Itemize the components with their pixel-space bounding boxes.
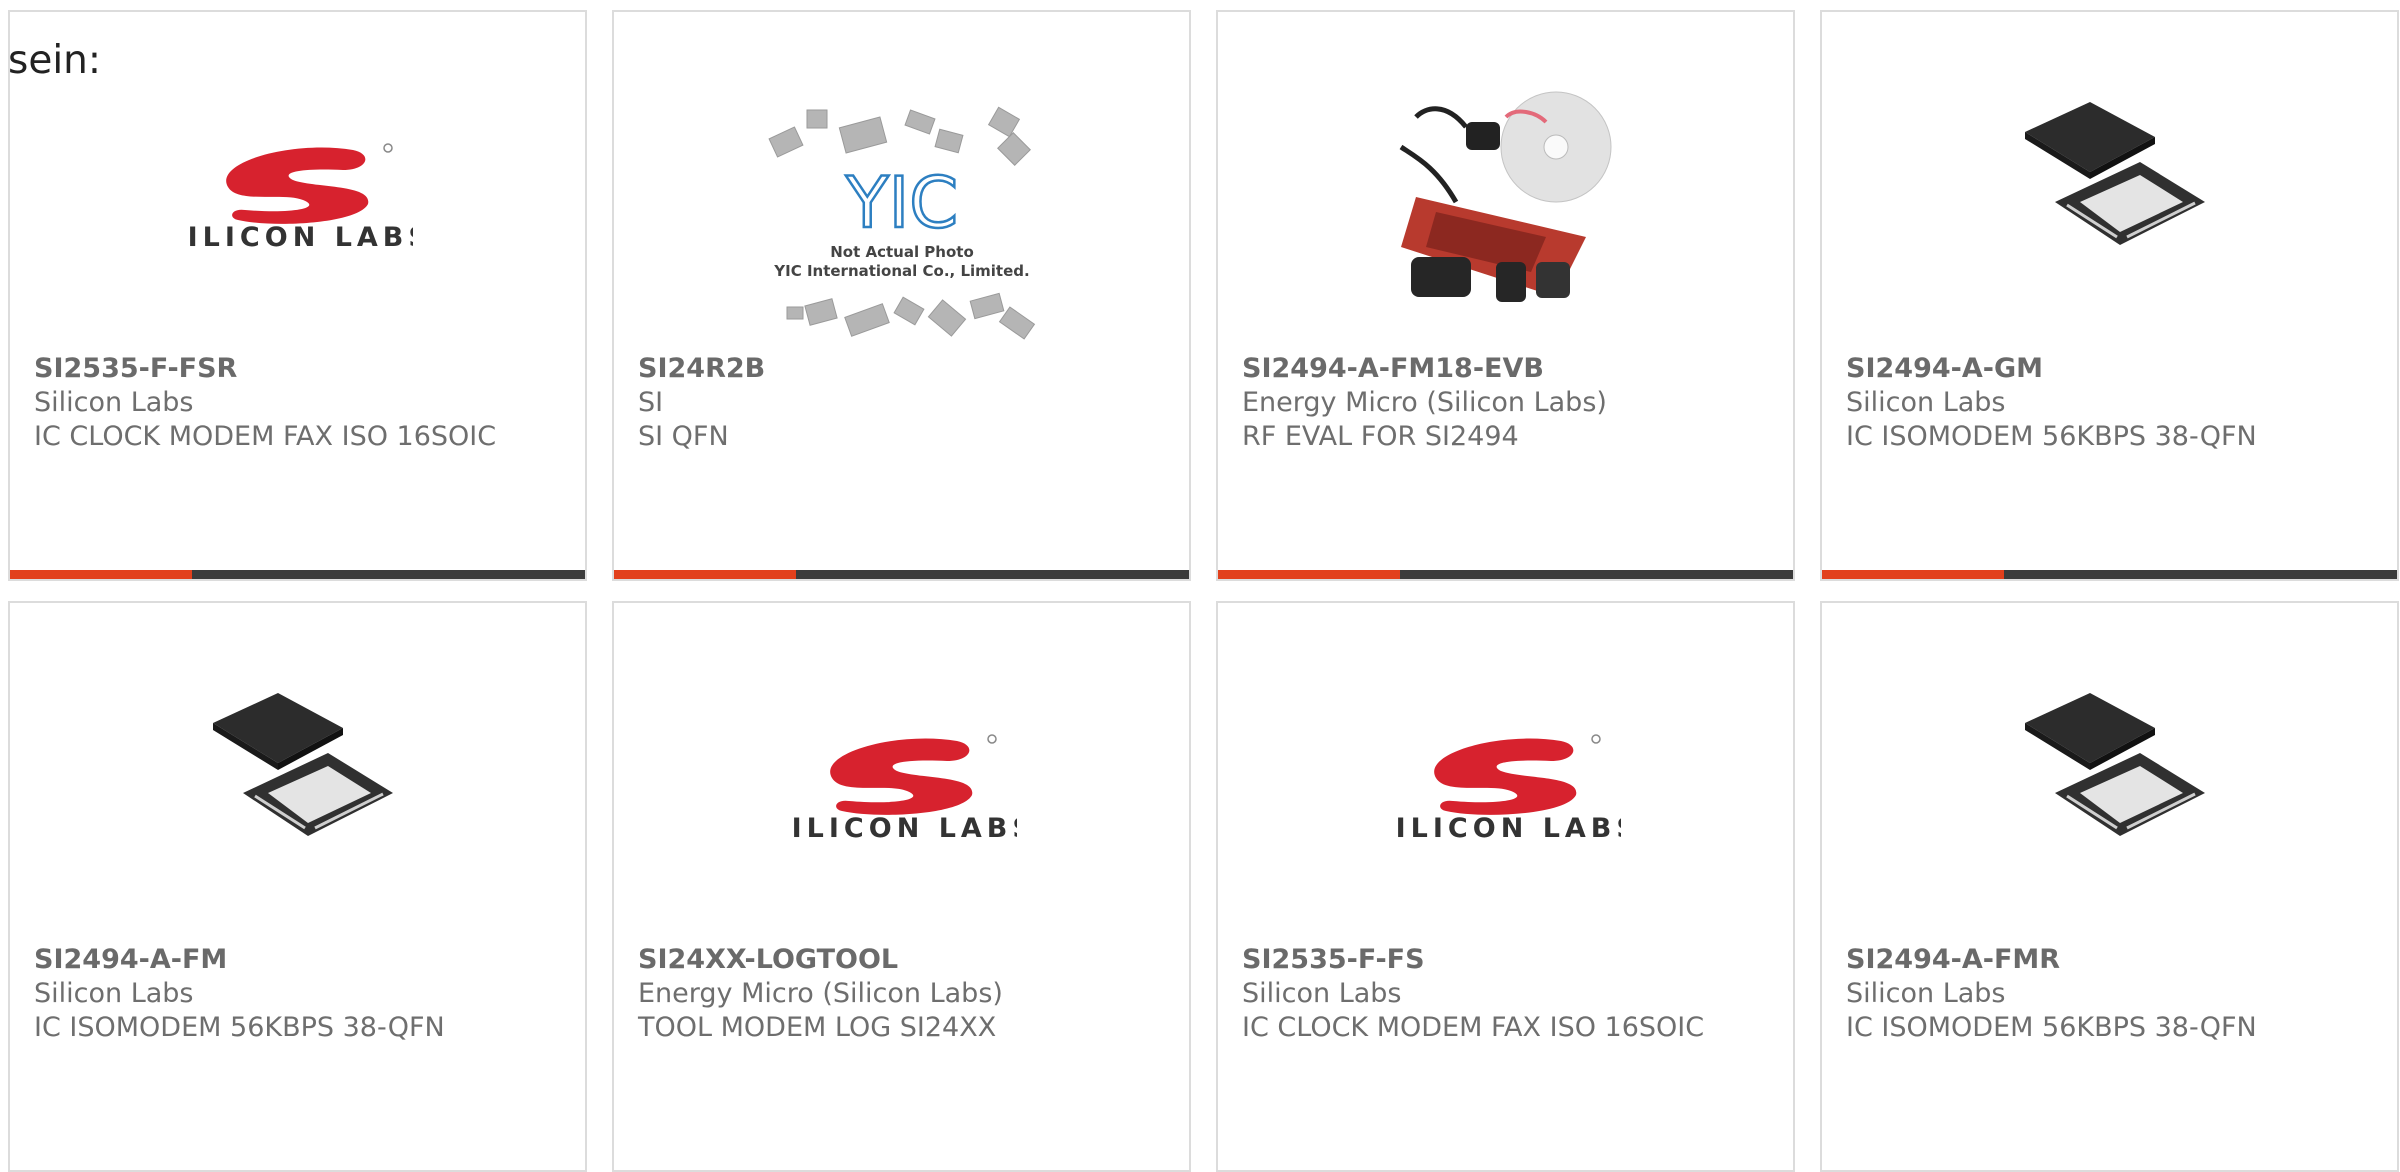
part-number[interactable]: SI24XX-LOGTOOL [638, 943, 1149, 977]
evaluation-kit-image[interactable] [1396, 82, 1616, 312]
product-card[interactable]: SILICON LABS SI2535-F-FS Silicon Labs IC… [1216, 601, 1795, 1172]
product-card[interactable]: YIC Not Actual Photo YIC International C… [612, 10, 1191, 581]
part-number[interactable]: SI2535-F-FS [1242, 943, 1753, 977]
product-card[interactable]: SI2494-A-FM Silicon Labs IC ISOMODEM 56K… [8, 601, 587, 1172]
manufacturer: Energy Micro (Silicon Labs) [1242, 387, 1607, 418]
description: TOOL MODEM LOG SI24XX [638, 1012, 997, 1043]
logo-text: SILICON LABS [183, 222, 413, 252]
description: IC ISOMODEM 56KBPS 38-QFN [34, 1012, 445, 1043]
card-bar [614, 570, 1189, 579]
product-card[interactable]: SI2494-A-FMR Silicon Labs IC ISOMODEM 56… [1820, 601, 2399, 1172]
part-number[interactable]: SI2494-A-GM [1846, 352, 2357, 386]
silicon-labs-logo-image[interactable]: SILICON LABS [1391, 663, 1621, 903]
part-number[interactable]: SI2494-A-FM [34, 943, 545, 977]
manufacturer: Silicon Labs [34, 387, 194, 418]
product-card[interactable]: SI2494-A-GM Silicon Labs IC ISOMODEM 56K… [1820, 10, 2399, 581]
qfn-chip-image[interactable] [2005, 87, 2215, 297]
manufacturer: Silicon Labs [1846, 978, 2006, 1009]
part-number[interactable]: SI2494-A-FM18-EVB [1242, 352, 1753, 386]
part-number[interactable]: SI24R2B [638, 352, 1149, 386]
logo-text: SILICON LABS [1391, 813, 1621, 843]
description: IC CLOCK MODEM FAX ISO 16SOIC [34, 421, 497, 452]
manufacturer: Silicon Labs [1242, 978, 1402, 1009]
part-number[interactable]: SI2494-A-FMR [1846, 943, 2357, 977]
yic-caption-2: YIC International Co., Limited. [773, 262, 1029, 280]
manufacturer: SI [638, 387, 664, 418]
card-bar [10, 570, 585, 579]
manufacturer: Silicon Labs [1846, 387, 2006, 418]
yic-placeholder-image[interactable]: YIC Not Actual Photo YIC International C… [767, 92, 1037, 352]
description: IC ISOMODEM 56KBPS 38-QFN [1846, 421, 2257, 452]
description: SI QFN [638, 421, 729, 452]
yic-logo-text: YIC [844, 162, 957, 244]
intro-text: sein: [8, 38, 102, 83]
product-grid: SILICON LABS SI2535-F-FSR Silicon Labs I… [0, 0, 2400, 1172]
manufacturer: Silicon Labs [34, 978, 194, 1009]
description: IC CLOCK MODEM FAX ISO 16SOIC [1242, 1012, 1705, 1043]
silicon-labs-logo-image[interactable]: SILICON LABS [183, 72, 413, 312]
description: RF EVAL FOR SI2494 [1242, 421, 1519, 452]
qfn-chip-image[interactable] [2005, 678, 2215, 888]
logo-text: SILICON LABS [787, 813, 1017, 843]
qfn-chip-image[interactable] [193, 678, 403, 888]
product-card[interactable]: SILICON LABS SI24XX-LOGTOOL Energy Micro… [612, 601, 1191, 1172]
description: IC ISOMODEM 56KBPS 38-QFN [1846, 1012, 2257, 1043]
silicon-labs-logo-image[interactable]: SILICON LABS [787, 663, 1017, 903]
product-card[interactable]: SI2494-A-FM18-EVB Energy Micro (Silicon … [1216, 10, 1795, 581]
product-card[interactable]: SILICON LABS SI2535-F-FSR Silicon Labs I… [8, 10, 587, 581]
part-number[interactable]: SI2535-F-FSR [34, 352, 545, 386]
card-bar [1822, 570, 2397, 579]
yic-caption-1: Not Actual Photo [830, 243, 974, 261]
card-bar [1218, 570, 1793, 579]
manufacturer: Energy Micro (Silicon Labs) [638, 978, 1003, 1009]
